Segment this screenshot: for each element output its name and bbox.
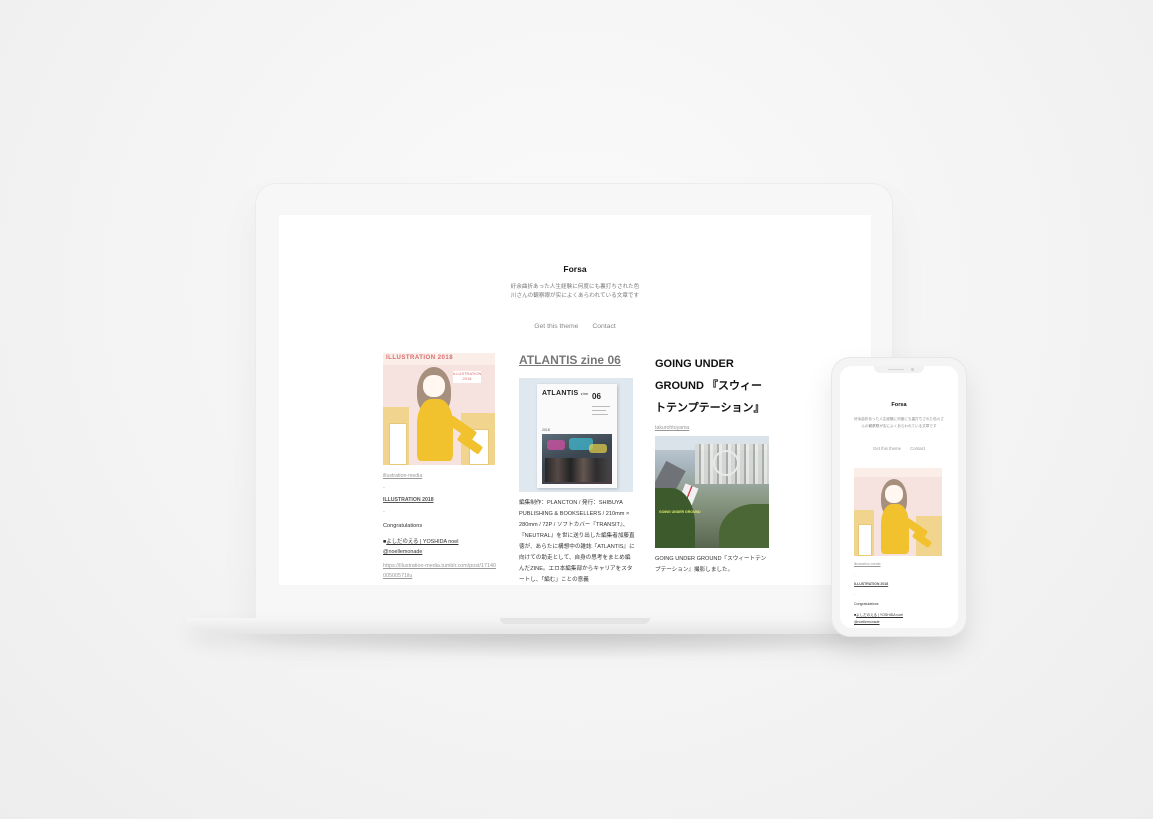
post-caption: Congratulations <box>383 523 423 529</box>
photo-label: GOING UNDER GROUND <box>659 510 701 514</box>
post-url-link[interactable]: https://illustration-media.tumblr.com/po… <box>383 561 498 581</box>
phone-illustration-image[interactable] <box>854 468 942 556</box>
cover-title: ATLANTIS zine <box>542 390 589 397</box>
author-link[interactable]: takurohtoyama <box>655 425 771 431</box>
phone-site-title[interactable]: Forsa <box>840 402 958 408</box>
phone-source-link[interactable]: illustration-media <box>854 562 944 566</box>
phone-separator: - <box>854 592 856 596</box>
phone-nav-get-theme-link[interactable]: Get this theme <box>873 446 901 451</box>
laptop-screen: Forsa 紆余曲折あった人生経験に何度にも裏打ちされた色川さんの観察眼が实によ… <box>279 215 871 585</box>
site-description: 紆余曲折あった人生経験に何度にも裏打ちされた色川さんの観察眼が实によくあらわれて… <box>510 284 640 300</box>
laptop-notch <box>500 618 650 624</box>
phone-nav-contact-link[interactable]: Contact <box>910 446 925 451</box>
separator: - <box>383 509 385 515</box>
post-title-link[interactable]: GOING UNDER GROUND 『スウィートテンプテーション』 <box>655 353 771 419</box>
source-link[interactable]: illustration-media <box>383 473 498 479</box>
illustration-tag: ILLUSTRATION 2018 <box>453 371 482 383</box>
phone-site-description: 紆余曲折あった人生経験に何度にも裏打ちされた色川さんの観察眼が实によくあらわれて… <box>854 417 944 428</box>
site-nav: Get this theme Contact <box>279 323 871 330</box>
nav-get-theme-link[interactable]: Get this theme <box>534 323 578 330</box>
credit-handle-link[interactable]: @noellemonade <box>383 549 422 555</box>
credit-line: ■よしだのえる | YOSHIDA noel @noellemonade <box>383 537 498 557</box>
post-tag[interactable]: ILLUSTRATION 2018 <box>383 497 498 503</box>
phone-screen: Forsa 紆余曲折あった人生経験に何度にも裏打ちされた色川さんの観察眼が实によ… <box>840 366 958 628</box>
post-title-link[interactable]: ATLANTIS zine 06 <box>519 353 635 367</box>
separator: - <box>383 485 385 491</box>
phone-credit-handle-link[interactable]: @noellemonade <box>854 620 880 624</box>
illustration-band-text: ILLUSTRATION 2018 <box>386 355 454 361</box>
post-illustration: ILLUSTRATION 2018 ILLUSTRATION 2018 illu… <box>383 353 498 581</box>
phone-credit-name-link[interactable]: よしだのえる | YOSHIDA noel <box>856 613 903 617</box>
magazine-cover-image[interactable]: ATLANTIS zine 06 2018 <box>519 378 633 492</box>
phone-notch <box>874 366 924 373</box>
credit-name-link[interactable]: よしだのえる | YOSHIDA noel <box>386 539 458 545</box>
phone-site-nav: Get this theme Contact <box>840 446 958 451</box>
post-body: GOING UNDER GROUND『スウィートテンプテーション』撮影しました。 <box>655 556 767 573</box>
post-body: 編集制作：PLANCTON / 発行：SHIBUYA PUBLISHING & … <box>519 500 635 583</box>
phone-separator: - <box>854 572 856 576</box>
post-atlantis: ATLANTIS zine 06 ATLANTIS zine 06 2018 編… <box>519 353 635 585</box>
phone-frame: Forsa 紆余曲折あった人生経験に何度にも裏打ちされた色川さんの観察眼が实によ… <box>832 358 966 636</box>
cover-number: 06 <box>592 392 601 401</box>
phone-post: illustration-media - ILLUSTRATION 2018 -… <box>854 468 944 626</box>
nav-contact-link[interactable]: Contact <box>592 323 615 330</box>
post-going-under-ground: GOING UNDER GROUND 『スウィートテンプテーション』 takur… <box>655 353 771 576</box>
illustration-image[interactable]: ILLUSTRATION 2018 ILLUSTRATION 2018 <box>383 353 495 465</box>
phone-credit-line: ■よしだのえる | YOSHIDA noel @noellemonade <box>854 613 904 624</box>
site-title[interactable]: Forsa <box>279 264 871 274</box>
cover-year: 2018 <box>542 428 550 432</box>
city-photo-image[interactable]: GOING UNDER GROUND <box>655 436 769 548</box>
phone-post-tag[interactable]: ILLUSTRATION 2018 <box>854 582 944 586</box>
phone-post-caption: Congratulations <box>854 602 879 606</box>
